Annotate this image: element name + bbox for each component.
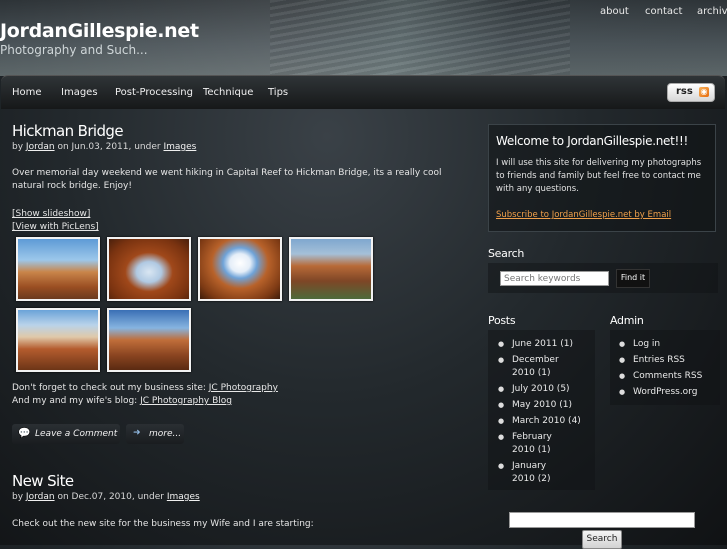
posts-archive-list: June 2011 (1) December 2010 (1) July 2010… [498,338,593,486]
post-author-link[interactable]: Jordan [26,142,55,152]
post-title-hickman-bridge[interactable]: Hickman Bridge [12,122,124,140]
promo-text-business: Don't forget to check out my business si… [12,383,206,393]
archive-item-january-2010[interactable]: January 2010 (2) [498,460,593,486]
archive-item-july-2010[interactable]: July 2010 (5) [498,383,593,396]
archive-item-text: January [512,461,547,471]
welcome-text: I will use this site for delivering my p… [496,158,702,194]
archive-item-text: March 2010 (4) [512,416,581,426]
subscribe-email-link[interactable]: Subscribe to JordanGillespie.net by Emai… [496,209,671,222]
post-category-link[interactable]: Images [163,142,196,152]
post-meta: by Jordan on Dec.07, 2010, under Images [12,492,200,502]
show-slideshow-link[interactable]: [Show slideshow] [12,208,90,221]
promo-line-blog: And my and my wife's blog: JC Photograph… [12,395,232,408]
archive-item-may-2010[interactable]: May 2010 (1) [498,399,593,412]
top-link-contact[interactable]: contact [645,6,682,17]
rss-label: rss [676,86,693,97]
archive-item-text: 2010 (2) [512,474,551,484]
site-tagline: Photography and Such... [0,43,148,57]
arrow-right-icon: ➜ [133,428,141,438]
archive-item-text: 2010 (1) [512,368,551,378]
post-body: Over memorial day weekend we went hiking… [12,168,442,191]
welcome-title: Welcome to JordanGillespie.net!!! [496,134,689,148]
bottom-search-button[interactable]: Search [582,530,622,549]
more-label: more... [149,429,182,439]
archive-item-text: July 2010 (5) [512,384,570,394]
jc-photography-link[interactable]: JC Photography [209,383,278,393]
admin-log-in[interactable]: Log in [619,338,719,351]
rss-button[interactable]: rss ◉ [667,83,715,102]
admin-comments-rss[interactable]: Comments RSS [619,370,719,383]
post-meta: by Jordan on Jun.03, 2011, under Images [12,142,196,152]
admin-item-text: Entries RSS [633,355,685,365]
comment-bubble-icon: 💬 [18,428,31,439]
photo-thumbnail[interactable] [107,237,191,301]
post-meta-date: on Dec.07, 2010, under [57,492,164,502]
admin-widget-title: Admin [610,314,644,327]
main-nav [1,75,725,109]
more-button[interactable]: ➜ more... [126,424,184,444]
post-title-new-site[interactable]: New Site [12,472,74,490]
top-link-about[interactable]: about [600,6,629,17]
photo-thumbnail[interactable] [16,308,100,372]
archive-item-text: February [512,432,552,442]
post-meta-by: by [12,142,24,152]
top-link-archive[interactable]: archive [697,6,727,17]
post-meta-by: by [12,492,24,502]
find-it-button[interactable]: Find it [616,269,650,288]
archive-item-december-2010[interactable]: December 2010 (1) [498,354,593,380]
leave-comment-label: Leave a Comment [35,429,118,439]
post-meta-date: on Jun.03, 2011, under [57,142,161,152]
promo-line-business: Don't forget to check out my business si… [12,382,278,395]
archive-item-february-2010[interactable]: February 2010 (1) [498,431,593,457]
search-widget-title: Search [488,247,524,260]
post-category-link[interactable]: Images [167,492,200,502]
post-body: Check out the new site for the business … [12,519,314,529]
admin-item-text: Log in [633,339,661,349]
archive-item-text: May 2010 (1) [512,400,572,410]
nav-tips[interactable]: Tips [268,87,288,98]
admin-entries-rss[interactable]: Entries RSS [619,354,719,367]
archive-item-text: December [512,355,559,365]
archive-item-june-2011[interactable]: June 2011 (1) [498,338,593,351]
nav-technique[interactable]: Technique [203,87,253,98]
archive-item-march-2010[interactable]: March 2010 (4) [498,415,593,428]
nav-home[interactable]: Home [12,87,42,98]
admin-item-text: WordPress.org [633,387,698,397]
jc-photography-blog-link[interactable]: JC Photography Blog [140,396,232,406]
posts-widget-title: Posts [488,314,516,327]
archive-item-text: 2010 (1) [512,445,551,455]
leave-comment-button[interactable]: 💬 Leave a Comment [12,424,120,444]
post-author-link[interactable]: Jordan [26,492,55,502]
bottom-search-input[interactable] [509,512,695,528]
promo-text-blog: And my and my wife's blog: [12,396,138,406]
photo-thumbnail[interactable] [198,237,282,301]
rss-feed-icon: ◉ [699,87,709,97]
archive-item-text: June 2011 (1) [512,339,573,349]
nav-images[interactable]: Images [61,87,98,98]
nav-post-processing[interactable]: Post-Processing [115,87,193,98]
site-title[interactable]: JordanGillespie.net [0,20,199,42]
search-input[interactable] [500,271,609,286]
admin-item-text: Comments RSS [633,371,703,381]
photo-thumbnail[interactable] [107,308,191,372]
admin-wordpress-org[interactable]: WordPress.org [619,386,719,399]
photo-thumbnail[interactable] [16,237,100,301]
photo-thumbnail[interactable] [289,237,373,301]
admin-list: Log in Entries RSS Comments RSS WordPres… [619,338,719,399]
view-piclens-link[interactable]: [View with PicLens] [12,221,99,234]
